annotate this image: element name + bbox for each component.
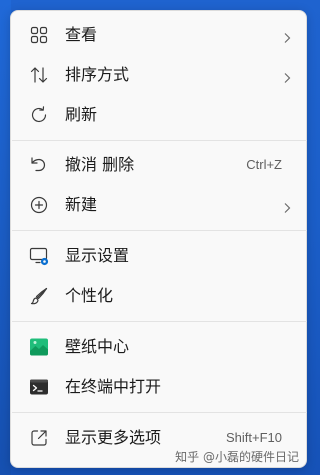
- display-settings-icon: [29, 246, 49, 266]
- menu-item-sort-by[interactable]: 排序方式: [17, 57, 301, 93]
- menu-item-undo-delete[interactable]: 撤消 删除 Ctrl+Z: [17, 147, 301, 183]
- chevron-right-icon: [281, 199, 293, 213]
- open-external-icon: [29, 428, 49, 448]
- refresh-icon: [29, 105, 49, 125]
- add-circle-icon: [29, 195, 49, 215]
- menu-item-refresh[interactable]: 刷新: [17, 97, 301, 133]
- menu-item-label: 刷新: [65, 105, 98, 124]
- menu-item-label: 个性化: [65, 286, 114, 305]
- sort-arrows-icon: [29, 65, 49, 85]
- separator: [12, 321, 307, 322]
- menu-item-personalize[interactable]: 个性化: [17, 278, 301, 314]
- watermark: 知乎 @小磊的硬件日记: [175, 450, 299, 464]
- menu-item-label: 显示更多选项: [65, 428, 162, 447]
- menu-item-label: 排序方式: [65, 65, 130, 84]
- menu-item-wallpaper-center[interactable]: 壁纸中心: [17, 329, 301, 365]
- menu-item-label: 显示设置: [65, 246, 130, 265]
- chevron-right-icon: [281, 69, 293, 83]
- menu-item-label: 壁纸中心: [65, 337, 130, 356]
- separator: [12, 412, 307, 413]
- menu-item-label: 新建: [65, 195, 98, 214]
- menu-item-open-in-terminal[interactable]: 在终端中打开: [17, 369, 301, 405]
- menu-item-new[interactable]: 新建: [17, 187, 301, 223]
- menu-item-label: 在终端中打开: [65, 377, 162, 396]
- menu-item-label: 查看: [65, 25, 98, 44]
- brush-icon: [29, 286, 49, 306]
- menu-item-view[interactable]: 查看: [17, 17, 301, 53]
- wallpaper-center-icon: [29, 337, 49, 357]
- chevron-right-icon: [281, 29, 293, 43]
- context-menu: 查看 排序方式 刷新 撤消 删除 Ctrl+Z 新建 显示设置 个性化 壁纸中心…: [10, 10, 307, 468]
- separator: [12, 140, 307, 141]
- menu-item-display-settings[interactable]: 显示设置: [17, 238, 301, 274]
- undo-icon: [29, 155, 49, 175]
- separator: [12, 230, 307, 231]
- grid-icon: [29, 25, 49, 45]
- menu-item-label: 撤消 删除: [65, 155, 135, 174]
- shortcut-text: Ctrl+Z: [246, 157, 282, 172]
- terminal-icon: [29, 377, 49, 397]
